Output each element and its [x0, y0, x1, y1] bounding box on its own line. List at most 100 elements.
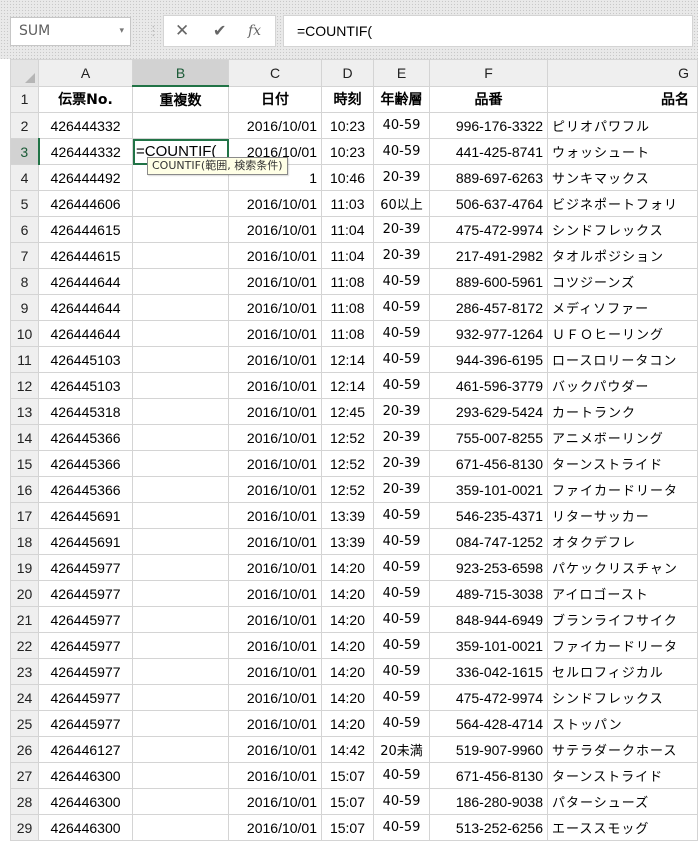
product-code-cell[interactable]: 475-472-9974	[429, 684, 548, 711]
age-group-cell[interactable]: 40-59	[373, 112, 430, 139]
row-header[interactable]: 15	[10, 450, 39, 477]
date-cell[interactable]: 2016/10/01	[228, 736, 322, 763]
product-name-cell[interactable]: セルロフィジカル	[547, 658, 698, 685]
product-name-cell[interactable]: サンキマックス	[547, 164, 698, 191]
date-cell[interactable]: 2016/10/01	[228, 528, 322, 555]
age-group-cell[interactable]: 40-59	[373, 710, 430, 737]
row-header[interactable]: 11	[10, 346, 39, 373]
time-cell[interactable]: 14:20	[321, 632, 374, 659]
time-cell[interactable]: 14:20	[321, 606, 374, 633]
invoice-no-cell[interactable]: 426445977	[38, 580, 133, 607]
product-name-cell[interactable]: サテラダークホース	[547, 736, 698, 763]
date-cell[interactable]: 2016/10/01	[228, 658, 322, 685]
duplicate-count-cell[interactable]	[132, 268, 229, 295]
duplicate-count-cell[interactable]	[132, 528, 229, 555]
invoice-no-cell[interactable]: 426445366	[38, 424, 133, 451]
duplicate-count-cell[interactable]	[132, 606, 229, 633]
duplicate-count-cell[interactable]	[132, 424, 229, 451]
row-header[interactable]: 4	[10, 164, 39, 191]
time-cell[interactable]: 15:07	[321, 762, 374, 789]
product-name-cell[interactable]: アイロゴースト	[547, 580, 698, 607]
product-name-cell[interactable]: シンドフレックス	[547, 216, 698, 243]
date-cell[interactable]: 2016/10/01	[228, 320, 322, 347]
duplicate-count-cell[interactable]	[132, 814, 229, 841]
product-name-cell[interactable]: パターシューズ	[547, 788, 698, 815]
date-cell[interactable]: 2016/10/01	[228, 606, 322, 633]
age-group-cell[interactable]: 20-39	[373, 242, 430, 269]
duplicate-count-cell[interactable]	[132, 112, 229, 139]
row-header[interactable]: 23	[10, 658, 39, 685]
date-cell[interactable]: 2016/10/01	[228, 502, 322, 529]
product-name-cell[interactable]: シンドフレックス	[547, 684, 698, 711]
product-name-cell[interactable]: ストッパン	[547, 710, 698, 737]
product-code-cell[interactable]: 293-629-5424	[429, 398, 548, 425]
product-code-cell[interactable]: 461-596-3779	[429, 372, 548, 399]
duplicate-count-cell[interactable]	[132, 476, 229, 503]
insert-function-icon[interactable]: fx	[248, 16, 261, 46]
product-name-cell[interactable]: タオルポジション	[547, 242, 698, 269]
duplicate-count-cell[interactable]	[132, 736, 229, 763]
age-group-cell[interactable]: 40-59	[373, 294, 430, 321]
time-cell[interactable]: 10:23	[321, 112, 374, 139]
time-cell[interactable]: 12:52	[321, 424, 374, 451]
age-group-cell[interactable]: 40-59	[373, 138, 430, 165]
header-cell[interactable]: 日付	[228, 85, 322, 113]
product-code-cell[interactable]: 996-176-3322	[429, 112, 548, 139]
header-cell[interactable]: 品名	[547, 85, 698, 113]
row-header[interactable]: 18	[10, 528, 39, 555]
invoice-no-cell[interactable]: 426444492	[38, 164, 133, 191]
date-cell[interactable]: 2016/10/01	[228, 762, 322, 789]
date-cell[interactable]: 2016/10/01	[228, 112, 322, 139]
invoice-no-cell[interactable]: 426445103	[38, 372, 133, 399]
column-header-a[interactable]: A	[38, 59, 133, 87]
product-code-cell[interactable]: 513-252-6256	[429, 814, 548, 841]
date-cell[interactable]: 2016/10/01	[228, 346, 322, 373]
duplicate-count-cell[interactable]	[132, 242, 229, 269]
product-name-cell[interactable]: ウォッシュート	[547, 138, 698, 165]
product-code-cell[interactable]: 923-253-6598	[429, 554, 548, 581]
date-cell[interactable]: 2016/10/01	[228, 216, 322, 243]
product-name-cell[interactable]: ターンストライド	[547, 450, 698, 477]
row-header[interactable]: 5	[10, 190, 39, 217]
product-code-cell[interactable]: 546-235-4371	[429, 502, 548, 529]
column-header-e[interactable]: E	[373, 59, 430, 87]
date-cell[interactable]: 2016/10/01	[228, 424, 322, 451]
product-code-cell[interactable]: 848-944-6949	[429, 606, 548, 633]
row-header[interactable]: 13	[10, 398, 39, 425]
product-name-cell[interactable]: ピリオパワフル	[547, 112, 698, 139]
invoice-no-cell[interactable]: 426445103	[38, 346, 133, 373]
product-code-cell[interactable]: 186-280-9038	[429, 788, 548, 815]
duplicate-count-cell[interactable]	[132, 346, 229, 373]
duplicate-count-cell[interactable]	[132, 372, 229, 399]
column-header-c[interactable]: C	[228, 59, 322, 87]
product-code-cell[interactable]: 217-491-2982	[429, 242, 548, 269]
select-all-corner[interactable]	[10, 59, 39, 87]
age-group-cell[interactable]: 40-59	[373, 320, 430, 347]
age-group-cell[interactable]: 20-39	[373, 424, 430, 451]
date-cell[interactable]: 2016/10/01	[228, 684, 322, 711]
invoice-no-cell[interactable]: 426445366	[38, 476, 133, 503]
invoice-no-cell[interactable]: 426445977	[38, 632, 133, 659]
duplicate-count-cell[interactable]	[132, 762, 229, 789]
product-code-cell[interactable]: 441-425-8741	[429, 138, 548, 165]
invoice-no-cell[interactable]: 426445366	[38, 450, 133, 477]
duplicate-count-cell[interactable]	[132, 658, 229, 685]
product-code-cell[interactable]: 944-396-6195	[429, 346, 548, 373]
duplicate-count-cell[interactable]	[132, 710, 229, 737]
invoice-no-cell[interactable]: 426444615	[38, 216, 133, 243]
product-name-cell[interactable]: ターンストライド	[547, 762, 698, 789]
product-name-cell[interactable]: メディソファー	[547, 294, 698, 321]
product-code-cell[interactable]: 084-747-1252	[429, 528, 548, 555]
invoice-no-cell[interactable]: 426445977	[38, 684, 133, 711]
row-header[interactable]: 27	[10, 762, 39, 789]
invoice-no-cell[interactable]: 426446300	[38, 788, 133, 815]
date-cell[interactable]: 2016/10/01	[228, 554, 322, 581]
time-cell[interactable]: 11:08	[321, 294, 374, 321]
product-name-cell[interactable]: ファイカードリータ	[547, 476, 698, 503]
product-code-cell[interactable]: 564-428-4714	[429, 710, 548, 737]
age-group-cell[interactable]: 20-39	[373, 216, 430, 243]
cancel-icon[interactable]: ✕	[175, 16, 189, 46]
row-header[interactable]: 3	[10, 138, 40, 165]
time-cell[interactable]: 12:45	[321, 398, 374, 425]
row-header[interactable]: 22	[10, 632, 39, 659]
